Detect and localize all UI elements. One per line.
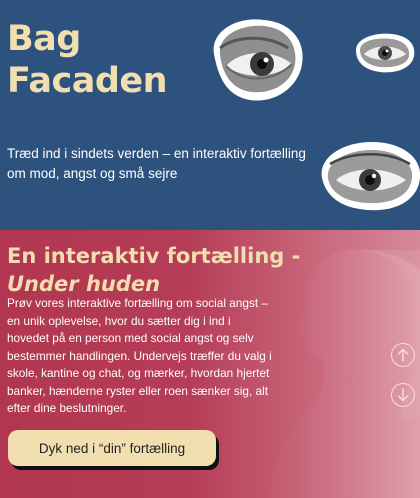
arrow-down-icon bbox=[397, 388, 409, 402]
eye-collage-image bbox=[356, 33, 415, 73]
site-title-line2: Facaden bbox=[7, 61, 168, 101]
scroll-down-button[interactable] bbox=[391, 383, 415, 407]
story-title-main: En interaktiv fortælling - bbox=[7, 244, 301, 268]
eye-collage-image bbox=[213, 19, 303, 101]
arrow-up-icon bbox=[397, 348, 409, 362]
scroll-up-button[interactable] bbox=[391, 343, 415, 367]
hero-section: Bag Facaden Træd ind i sindets verden – … bbox=[0, 0, 420, 230]
start-story-button[interactable]: Dyk ned i “din” fortælling bbox=[8, 430, 216, 466]
story-description: Prøv vores interaktive fortælling om soc… bbox=[7, 296, 272, 415]
hero-tagline: Træd ind i sindets verden – en interakti… bbox=[7, 146, 306, 181]
site-title-line1: Bag bbox=[7, 19, 81, 59]
story-section: En interaktiv fortælling - Under huden P… bbox=[0, 230, 420, 498]
site-title: Bag Facaden bbox=[7, 18, 168, 102]
story-title: En interaktiv fortælling - Under huden bbox=[7, 242, 307, 298]
story-subtitle: Under huden bbox=[7, 272, 161, 296]
eye-collage-image bbox=[321, 142, 420, 211]
